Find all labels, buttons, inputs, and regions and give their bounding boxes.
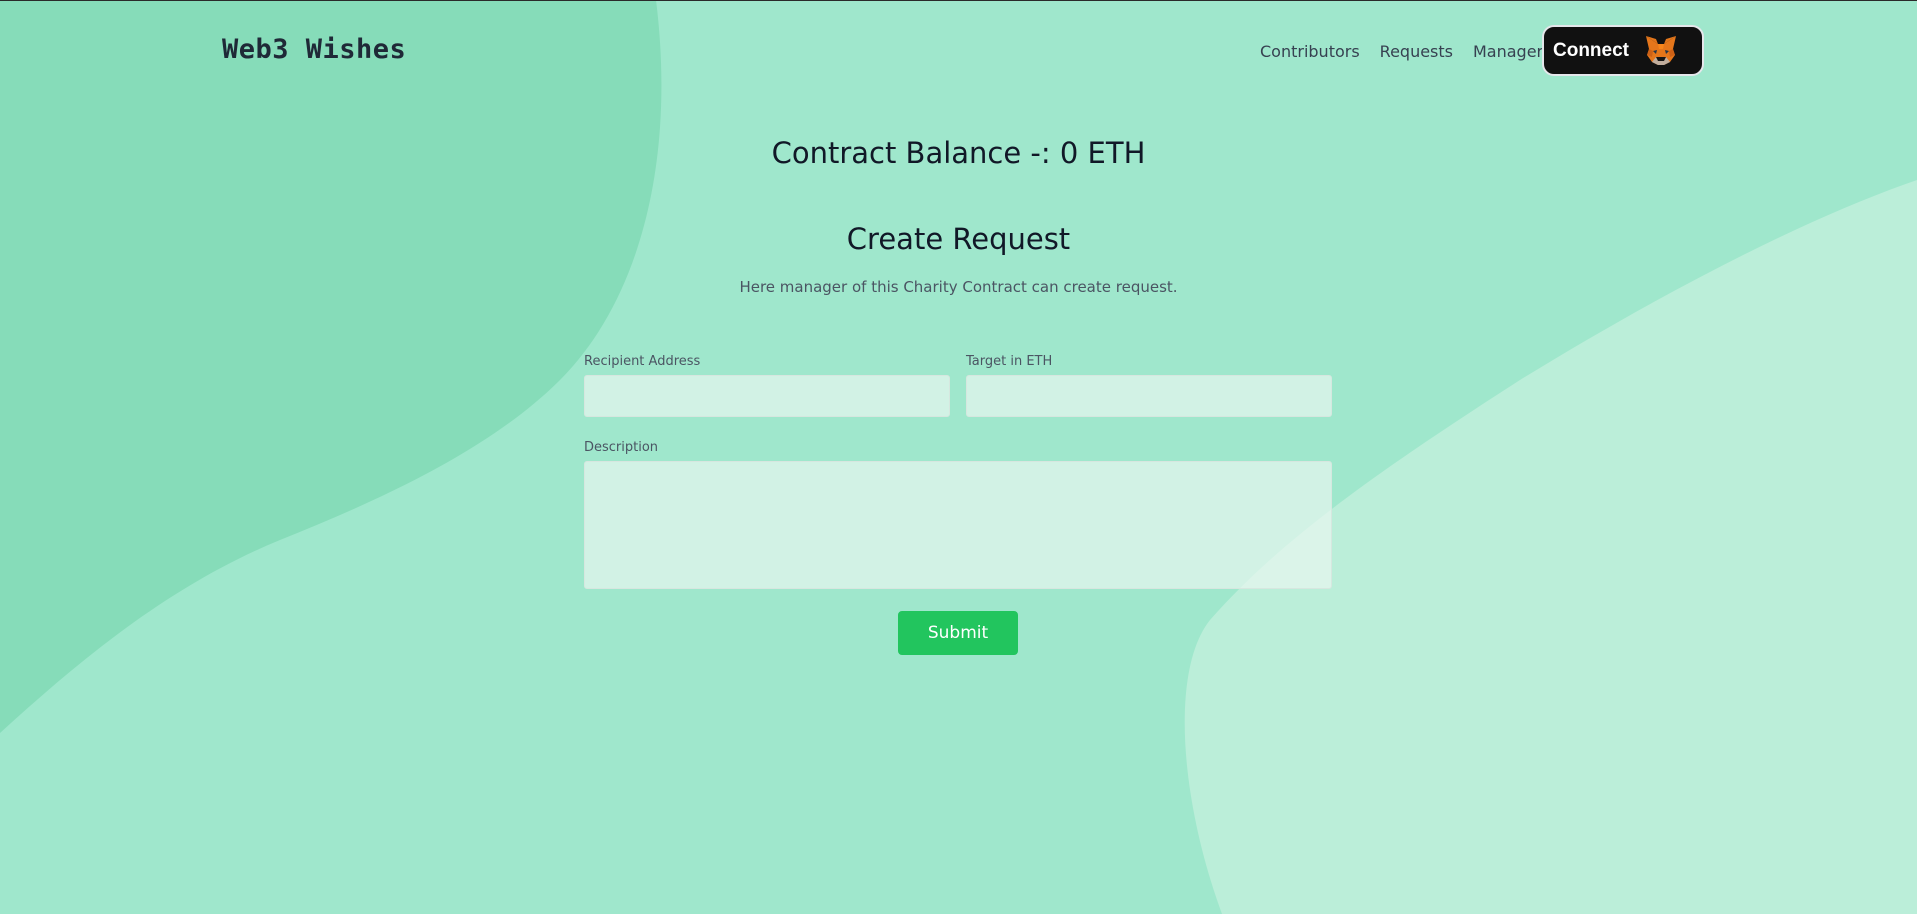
target-eth-label: Target in ETH <box>966 354 1053 369</box>
page-subtitle: Here manager of this Charity Contract ca… <box>739 278 1178 296</box>
connect-wallet-button[interactable]: Connect <box>1542 25 1704 76</box>
description-textarea[interactable] <box>584 461 1332 589</box>
nav-link-manager[interactable]: Manager <box>1473 42 1543 61</box>
recipient-address-input[interactable] <box>584 375 950 417</box>
nav-links: Contributors Requests Manager <box>1260 42 1543 61</box>
contract-balance: Contract Balance -: 0 ETH <box>771 136 1146 170</box>
nav-link-contributors[interactable]: Contributors <box>1260 42 1360 61</box>
submit-button[interactable]: Submit <box>898 611 1018 655</box>
target-eth-input[interactable] <box>966 375 1332 417</box>
connect-button-label: Connect <box>1553 39 1629 61</box>
nav-link-requests[interactable]: Requests <box>1380 42 1453 61</box>
brand-logo[interactable]: Web3 Wishes <box>222 34 406 65</box>
description-label: Description <box>584 440 659 455</box>
navbar: Web3 Wishes Contributors Requests Manage… <box>0 0 1917 100</box>
metamask-fox-icon <box>1644 35 1678 67</box>
recipient-address-label: Recipient Address <box>584 354 701 369</box>
page-title: Create Request <box>846 222 1071 256</box>
main-content: Contract Balance -: 0 ETH Create Request… <box>0 0 1917 914</box>
